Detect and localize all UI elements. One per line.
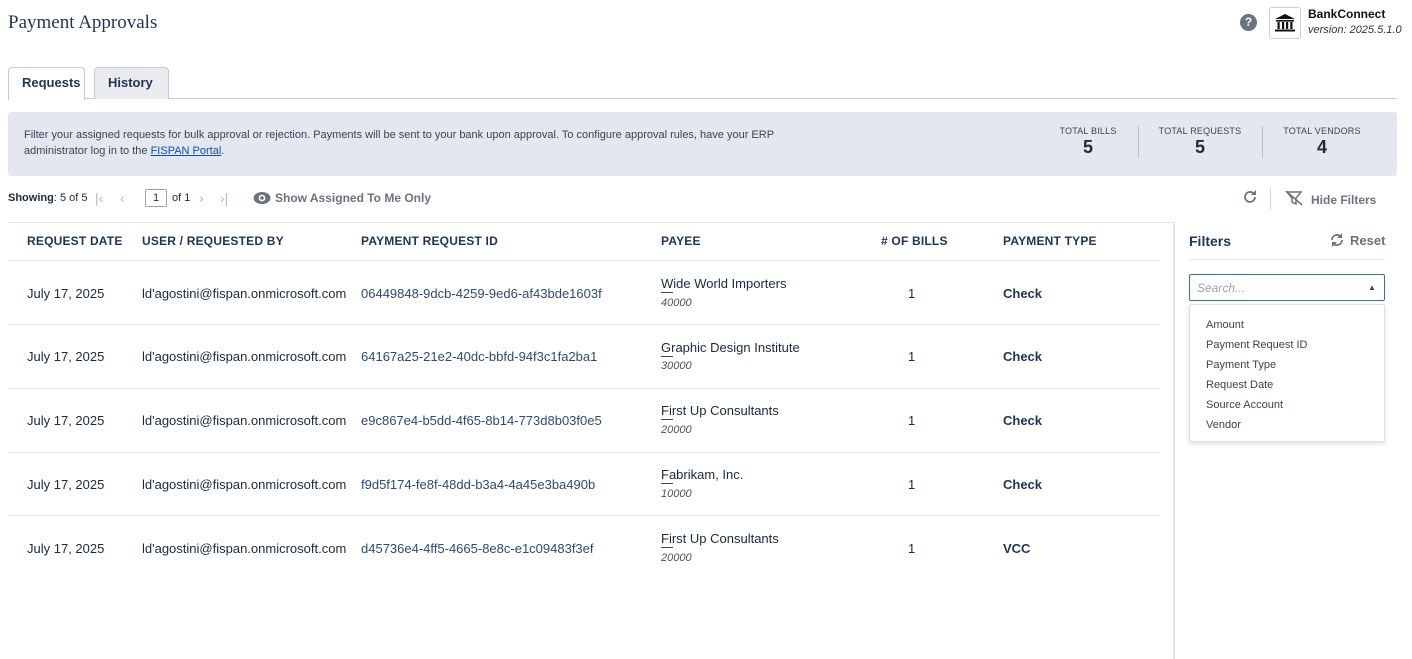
filters-title: Filters xyxy=(1189,233,1232,249)
question-circle-icon[interactable]: ? xyxy=(1240,14,1257,31)
cell-user: ld'agostini@fispan.onmicrosoft.com xyxy=(142,477,347,492)
cell-payment-request-id[interactable]: e9c867e4-b5dd-4f65-8b14-773d8b03f0e5 xyxy=(361,413,602,428)
filter-dropdown-list: Amount Payment Request ID Payment Type R… xyxy=(1189,304,1385,442)
cell-user: ld'agostini@fispan.onmicrosoft.com xyxy=(142,286,347,301)
cell-payee-name: Graphic Design Institute xyxy=(661,340,800,357)
bank-building-icon xyxy=(1269,7,1301,39)
first-page-icon[interactable]: |‹ xyxy=(95,190,103,206)
cell-payment-type: Check xyxy=(1003,477,1043,492)
cell-request-date: July 17, 2025 xyxy=(27,477,105,492)
info-text-end: . xyxy=(221,145,225,157)
chevron-down-icon[interactable]: ▲ xyxy=(1368,283,1376,292)
cell-payee-amount: 20000 xyxy=(661,552,692,564)
filter-option-source-account[interactable]: Source Account xyxy=(1190,395,1384,415)
column-header-user[interactable]: USER / REQUESTED BY xyxy=(142,234,284,248)
cell-payee-amount: 30000 xyxy=(661,360,692,372)
filter-option-request-date[interactable]: Request Date xyxy=(1190,375,1384,395)
filter-search-input[interactable] xyxy=(1189,274,1385,301)
brand-name: BankConnect xyxy=(1308,7,1386,21)
info-text: Filter your assigned requests for bulk a… xyxy=(24,127,794,159)
cell-payment-type: Check xyxy=(1003,349,1043,364)
page-title: Payment Approvals xyxy=(8,12,158,33)
stat-divider xyxy=(1138,126,1139,158)
stat-label: TOTAL BILLS xyxy=(1059,126,1117,136)
cell-payment-request-id[interactable]: 64167a25-21e2-40dc-bbfd-94f3c1fa2ba1 xyxy=(361,349,597,364)
row-divider xyxy=(8,388,1159,389)
stat-total-vendors: TOTAL VENDORS 4 xyxy=(1280,126,1364,158)
row-divider xyxy=(8,452,1159,453)
prev-page-icon[interactable]: ‹ xyxy=(120,190,125,206)
reset-icon[interactable] xyxy=(1329,232,1345,251)
stat-total-bills: TOTAL BILLS 5 xyxy=(1058,126,1118,158)
refresh-icon[interactable] xyxy=(1242,189,1258,208)
cell-payment-request-id[interactable]: 06449848-9dcb-4259-9ed6-af43bde1603f xyxy=(361,286,602,301)
cell-payee-amount: 10000 xyxy=(661,488,692,500)
cell-payment-type: Check xyxy=(1003,413,1043,428)
info-text-body: Filter your assigned requests for bulk a… xyxy=(24,129,774,157)
stat-divider xyxy=(1262,126,1263,158)
stat-label: TOTAL REQUESTS xyxy=(1158,126,1242,136)
row-divider xyxy=(8,515,1159,516)
cell-bills: 1 xyxy=(908,413,916,428)
cell-payment-request-id[interactable]: d45736e4-4ff5-4665-8e8c-e1c09483f3ef xyxy=(361,541,594,556)
cell-bills: 1 xyxy=(908,349,916,364)
fispan-portal-link[interactable]: FISPAN Portal xyxy=(151,145,222,157)
cell-payee-name: Fabrikam, Inc. xyxy=(661,467,744,484)
filters-divider xyxy=(1189,259,1385,260)
cell-bills: 1 xyxy=(908,286,916,301)
cell-payment-type: Check xyxy=(1003,286,1043,301)
tab-bar: Requests History xyxy=(8,67,1397,100)
cell-user: ld'agostini@fispan.onmicrosoft.com xyxy=(142,349,347,364)
column-header-payment-type[interactable]: PAYMENT TYPE xyxy=(1003,234,1097,248)
show-assigned-toggle[interactable]: Show Assigned To Me Only xyxy=(275,191,431,205)
column-header-payee[interactable]: PAYEE xyxy=(661,234,701,248)
stat-value: 5 xyxy=(1082,137,1093,157)
filter-option-vendor[interactable]: Vendor xyxy=(1190,415,1384,435)
tab-history[interactable]: History xyxy=(94,67,169,99)
filter-option-payment-type[interactable]: Payment Type xyxy=(1190,355,1384,375)
filter-option-payment-request-id[interactable]: Payment Request ID xyxy=(1190,335,1384,355)
showing-value: : 5 of 5 xyxy=(53,192,88,204)
column-header-request-date[interactable]: REQUEST DATE xyxy=(27,234,123,248)
cell-request-date: July 17, 2025 xyxy=(27,286,105,301)
tab-requests[interactable]: Requests xyxy=(8,67,85,100)
eye-icon[interactable] xyxy=(253,191,271,208)
cell-payee-amount: 20000 xyxy=(661,424,692,436)
page-total: of 1 xyxy=(172,192,191,204)
cell-payee-amount: 40000 xyxy=(661,297,692,309)
header-divider xyxy=(8,260,1159,261)
cell-payee-name: First Up Consultants xyxy=(661,531,779,548)
page-number-input[interactable]: 1 xyxy=(145,189,167,207)
row-divider xyxy=(8,324,1159,325)
filter-option-amount[interactable]: Amount xyxy=(1190,315,1384,335)
cell-payment-request-id[interactable]: f9d5f174-fe8f-48dd-b3a4-4a45e3ba490b xyxy=(361,477,595,492)
cell-bills: 1 xyxy=(908,477,916,492)
stat-label: TOTAL VENDORS xyxy=(1283,126,1361,136)
cell-user: ld'agostini@fispan.onmicrosoft.com xyxy=(142,541,347,556)
cell-payment-type: VCC xyxy=(1003,541,1031,556)
showing-count: Showing: 5 of 5 xyxy=(8,192,87,204)
column-header-bills[interactable]: # OF BILLS xyxy=(881,234,948,248)
cell-user: ld'agostini@fispan.onmicrosoft.com xyxy=(142,413,347,428)
next-page-icon[interactable]: › xyxy=(199,190,204,206)
cell-payee-name: Wide World Importers xyxy=(661,276,787,293)
info-panel: Filter your assigned requests for bulk a… xyxy=(8,112,1397,176)
stat-value: 4 xyxy=(1316,137,1327,157)
showing-label: Showing xyxy=(8,192,54,204)
cell-payee-name: First Up Consultants xyxy=(661,403,779,420)
hide-filters-button[interactable]: Hide Filters xyxy=(1311,193,1376,207)
filter-off-icon[interactable] xyxy=(1285,190,1303,209)
cell-request-date: July 17, 2025 xyxy=(27,541,105,556)
brand-version: version: 2025.5.1.0 xyxy=(1308,24,1402,36)
column-header-payment-request-id[interactable]: PAYMENT REQUEST ID xyxy=(361,234,498,248)
last-page-icon[interactable]: ›| xyxy=(220,190,228,206)
filters-panel: Filters Reset ▲ Amount Payment Request I… xyxy=(1173,222,1397,659)
stat-total-requests: TOTAL REQUESTS 5 xyxy=(1158,126,1242,158)
stat-value: 5 xyxy=(1194,137,1205,157)
reset-button[interactable]: Reset xyxy=(1350,233,1385,248)
cell-bills: 1 xyxy=(908,541,916,556)
toolbar-divider xyxy=(1270,188,1271,210)
cell-request-date: July 17, 2025 xyxy=(27,349,105,364)
cell-request-date: July 17, 2025 xyxy=(27,413,105,428)
